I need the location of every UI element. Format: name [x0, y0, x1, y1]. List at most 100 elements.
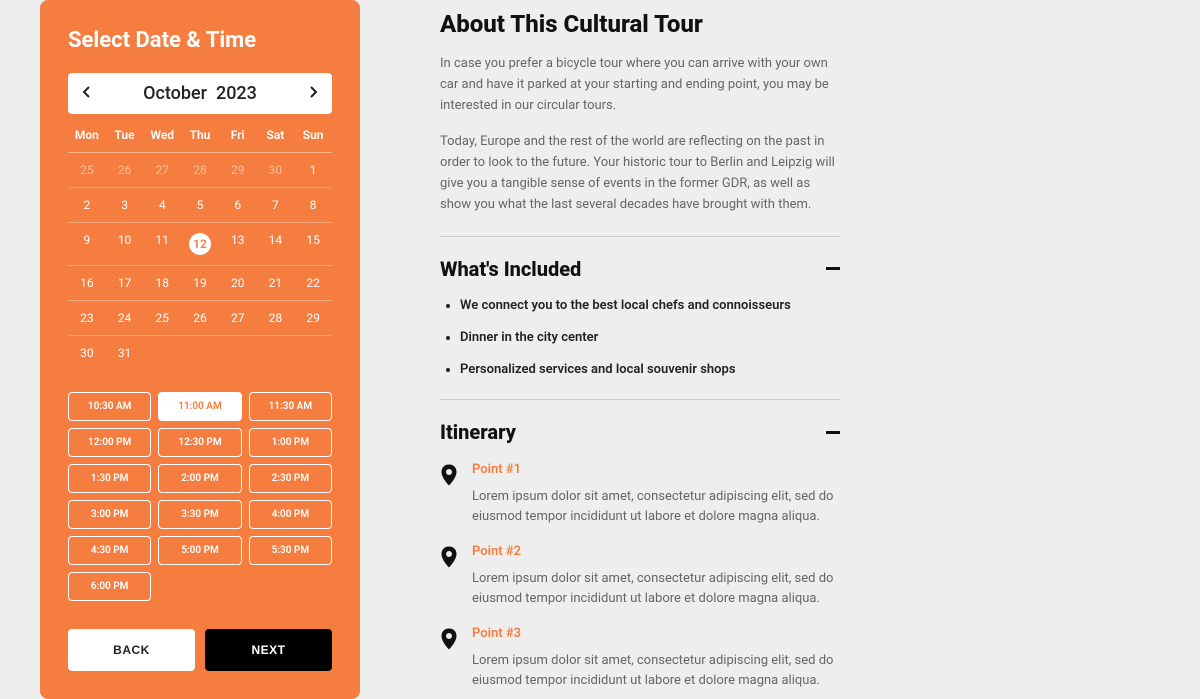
- calendar-empty-cell: [257, 336, 295, 370]
- time-slot[interactable]: 11:00 AM: [158, 392, 241, 421]
- itinerary-title: Itinerary: [440, 420, 516, 444]
- calendar-day[interactable]: 8: [294, 188, 332, 222]
- calendar-day[interactable]: 22: [294, 266, 332, 300]
- time-slot[interactable]: 5:00 PM: [158, 536, 241, 565]
- calendar-day[interactable]: 6: [219, 188, 257, 222]
- calendar-day[interactable]: 4: [143, 188, 181, 222]
- itinerary-point-title: Point #3: [472, 626, 840, 641]
- calendar-day[interactable]: 13: [219, 223, 257, 265]
- time-slot[interactable]: 2:00 PM: [158, 464, 241, 493]
- itinerary-point-title: Point #2: [472, 544, 840, 559]
- weekday-label: Mon: [68, 128, 106, 142]
- calendar-day[interactable]: 9: [68, 223, 106, 265]
- included-item: Dinner in the city center: [460, 329, 840, 347]
- calendar-day[interactable]: 26: [181, 301, 219, 335]
- calendar-day[interactable]: 29: [219, 153, 257, 187]
- calendar-day[interactable]: 1: [294, 153, 332, 187]
- time-slot-grid: 10:30 AM11:00 AM 11:30 AM 12:00 PM12:30 PM…: [68, 392, 332, 601]
- about-paragraph: In case you prefer a bicycle tour where …: [440, 54, 840, 116]
- time-slot[interactable]: 11:30 AM: [249, 392, 332, 421]
- itinerary-list: Point #1 Lorem ipsum dolor sit amet, con…: [440, 462, 840, 690]
- calendar-day[interactable]: 30: [257, 153, 295, 187]
- time-slot[interactable]: 5:30 PM: [249, 536, 332, 565]
- prev-month-button[interactable]: [82, 86, 90, 102]
- chevron-right-icon: [310, 86, 318, 98]
- calendar-day[interactable]: 25: [68, 153, 106, 187]
- time-slot[interactable]: 4:00 PM: [249, 500, 332, 529]
- itinerary-point-desc: Lorem ipsum dolor sit amet, consectetur …: [472, 487, 840, 526]
- map-pin-icon: [440, 628, 458, 690]
- calendar-day[interactable]: 28: [181, 153, 219, 187]
- time-slot[interactable]: 12:00 PM: [68, 428, 151, 457]
- calendar-day[interactable]: 29: [294, 301, 332, 335]
- calendar-day[interactable]: 25: [143, 301, 181, 335]
- itinerary-item: Point #3 Lorem ipsum dolor sit amet, con…: [440, 626, 840, 690]
- calendar-day[interactable]: 12: [181, 223, 219, 265]
- month-year-label: October 2023: [143, 83, 257, 104]
- calendar-day[interactable]: 11: [143, 223, 181, 265]
- calendar-day[interactable]: 18: [143, 266, 181, 300]
- calendar-empty-cell: [181, 336, 219, 370]
- next-button[interactable]: NEXT: [205, 629, 332, 671]
- calendar-day[interactable]: 17: [106, 266, 144, 300]
- map-pin-icon: [440, 546, 458, 608]
- calendar-day[interactable]: 14: [257, 223, 295, 265]
- calendar-day[interactable]: 27: [143, 153, 181, 187]
- map-pin-icon: [440, 464, 458, 526]
- time-slot[interactable]: 12:30 PM: [158, 428, 241, 457]
- itinerary-point-desc: Lorem ipsum dolor sit amet, consectetur …: [472, 569, 840, 608]
- time-slot[interactable]: 10:30 AM: [68, 392, 151, 421]
- calendar-day[interactable]: 3: [106, 188, 144, 222]
- calendar-day[interactable]: 24: [106, 301, 144, 335]
- time-slot[interactable]: 3:00 PM: [68, 500, 151, 529]
- calendar-day[interactable]: 7: [257, 188, 295, 222]
- itinerary-item: Point #1 Lorem ipsum dolor sit amet, con…: [440, 462, 840, 526]
- next-month-button[interactable]: [310, 86, 318, 102]
- calendar-day[interactable]: 30: [68, 336, 106, 370]
- weekday-label: Sun: [294, 128, 332, 142]
- back-button[interactable]: BACK: [68, 629, 195, 671]
- included-item: We connect you to the best local chefs a…: [460, 297, 840, 315]
- calendar-day[interactable]: 26: [106, 153, 144, 187]
- calendar-day[interactable]: 31: [106, 336, 144, 370]
- about-paragraph: Today, Europe and the rest of the world …: [440, 132, 840, 215]
- calendar-day[interactable]: 23: [68, 301, 106, 335]
- weekday-label: Sat: [257, 128, 295, 142]
- calendar-day[interactable]: 10: [106, 223, 144, 265]
- calendar-day[interactable]: 16: [68, 266, 106, 300]
- action-buttons: BACK NEXT: [68, 629, 332, 671]
- minus-icon: [826, 431, 840, 434]
- time-slot[interactable]: 3:30 PM: [158, 500, 241, 529]
- calendar-day[interactable]: 5: [181, 188, 219, 222]
- about-title: About This Cultural Tour: [440, 10, 840, 38]
- time-slot[interactable]: 1:30 PM: [68, 464, 151, 493]
- weekday-label: Fri: [219, 128, 257, 142]
- calendar-empty-cell: [143, 336, 181, 370]
- included-list: We connect you to the best local chefs a…: [440, 297, 840, 380]
- time-slot[interactable]: 2:30 PM: [249, 464, 332, 493]
- calendar-empty-cell: [219, 336, 257, 370]
- calendar-day[interactable]: 19: [181, 266, 219, 300]
- calendar-day[interactable]: 21: [257, 266, 295, 300]
- included-accordion-header[interactable]: What's Included: [440, 236, 840, 281]
- calendar-body: 2526272829301234567891011121314151617181…: [68, 153, 332, 370]
- calendar: MonTueWedThuFriSatSun 252627282930123456…: [68, 128, 332, 370]
- itinerary-point-title: Point #1: [472, 462, 840, 477]
- calendar-day[interactable]: 28: [257, 301, 295, 335]
- month-selector: October 2023: [68, 73, 332, 114]
- calendar-day[interactable]: 15: [294, 223, 332, 265]
- weekday-label: Thu: [181, 128, 219, 142]
- included-item: Personalized services and local souvenir…: [460, 361, 840, 379]
- weekday-label: Wed: [143, 128, 181, 142]
- itinerary-accordion-header[interactable]: Itinerary: [440, 399, 840, 444]
- calendar-day[interactable]: 27: [219, 301, 257, 335]
- time-slot[interactable]: 6:00 PM: [68, 572, 151, 601]
- itinerary-item: Point #2 Lorem ipsum dolor sit amet, con…: [440, 544, 840, 608]
- calendar-empty-cell: [294, 336, 332, 370]
- calendar-day[interactable]: 2: [68, 188, 106, 222]
- time-slot[interactable]: 1:00 PM: [249, 428, 332, 457]
- chevron-left-icon: [82, 86, 90, 98]
- datepicker-title: Select Date & Time: [68, 28, 332, 53]
- calendar-day[interactable]: 20: [219, 266, 257, 300]
- time-slot[interactable]: 4:30 PM: [68, 536, 151, 565]
